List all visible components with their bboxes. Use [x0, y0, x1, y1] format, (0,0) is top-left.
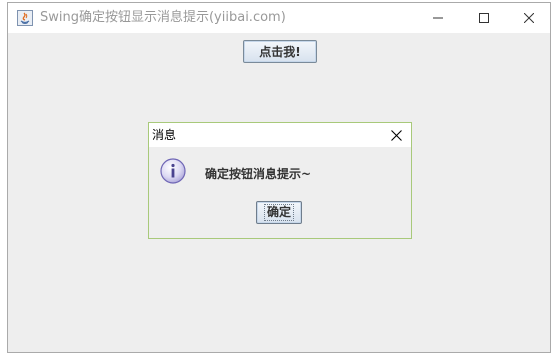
java-icon	[17, 10, 33, 26]
minimize-button[interactable]	[415, 3, 461, 33]
ok-button[interactable]: 确定	[256, 201, 302, 224]
dialog-title: 消息	[152, 128, 177, 142]
maximize-button[interactable]	[461, 3, 507, 33]
click-me-button[interactable]: 点击我!	[243, 40, 317, 63]
window-titlebar[interactable]: Swing确定按钮显示消息提示(yiibai.com)	[8, 3, 550, 33]
dialog-close-button[interactable]	[383, 123, 409, 147]
info-icon	[160, 158, 186, 184]
dialog-message: 确定按钮消息提示~	[205, 167, 312, 181]
message-dialog: 消息 确定按钮消息提示~ 确定	[148, 122, 412, 239]
minimize-icon	[433, 17, 443, 19]
close-button[interactable]	[506, 3, 552, 33]
maximize-icon	[479, 13, 489, 23]
close-icon	[390, 129, 402, 141]
window-title: Swing确定按钮显示消息提示(yiibai.com)	[40, 10, 286, 25]
ok-button-label: 确定	[263, 204, 294, 221]
close-icon	[524, 13, 534, 23]
dialog-titlebar[interactable]: 消息	[149, 123, 411, 147]
